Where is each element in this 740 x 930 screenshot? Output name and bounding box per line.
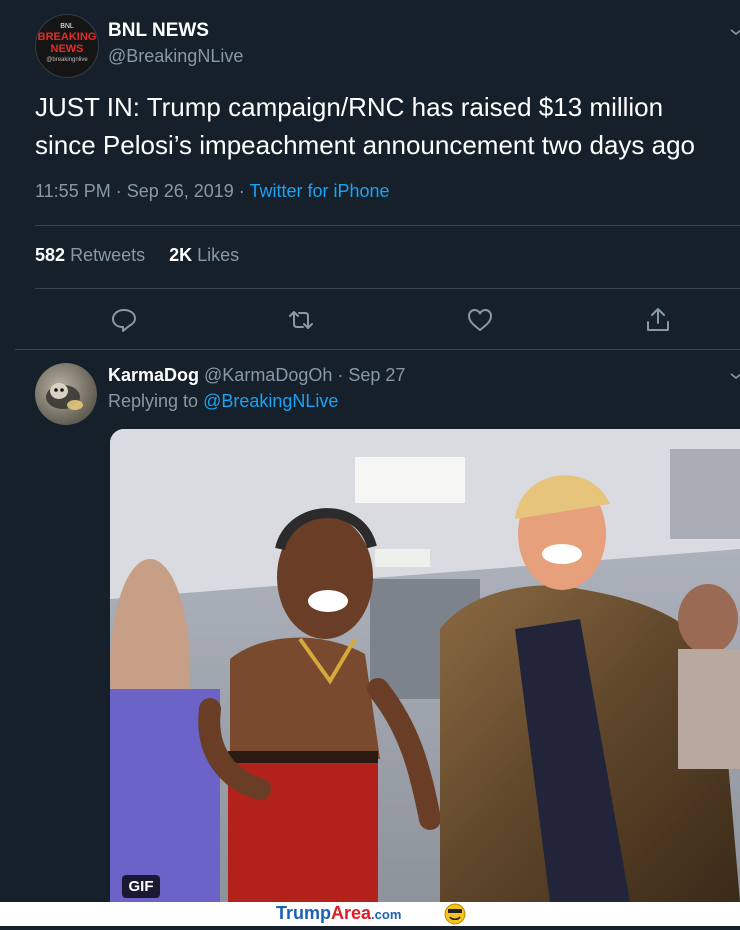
brand-part-2: Area xyxy=(331,903,372,923)
chevron-down-icon[interactable] xyxy=(730,370,740,382)
chevron-down-icon[interactable] xyxy=(730,26,740,38)
avatar-text-news: NEWS xyxy=(50,43,84,55)
retweets-label: Retweets xyxy=(70,245,146,265)
reply-author: KarmaDog @KarmaDogOh · Sep 27 xyxy=(108,365,405,386)
share-icon[interactable] xyxy=(643,305,673,335)
reply-author-name[interactable]: KarmaDog xyxy=(108,365,199,385)
tweet-text-line-1: JUST IN: Trump campaign/RNC has raised $… xyxy=(35,92,664,122)
tweet-stats: 582 Retweets 2K Likes xyxy=(35,245,239,266)
likes-stat[interactable]: 2K Likes xyxy=(169,245,239,265)
tweet-meta: 11:55 PM · Sep 26, 2019 · Twitter for iP… xyxy=(35,181,390,202)
replying-mention-link[interactable]: @BreakingNLive xyxy=(203,391,338,411)
likes-count: 2K xyxy=(169,245,193,265)
karmadog-avatar[interactable] xyxy=(35,363,97,425)
retweet-icon[interactable] xyxy=(286,305,316,335)
avatar-text-breaking: BREAKING xyxy=(37,31,97,43)
brand-part-1: Trump xyxy=(276,903,332,923)
brand-part-3: .com xyxy=(371,907,402,922)
tweet-text: JUST IN: Trump campaign/RNC has raised $… xyxy=(35,88,740,164)
reply-icon[interactable] xyxy=(109,305,139,335)
smiley-icon xyxy=(444,903,466,925)
divider xyxy=(35,225,740,226)
retweets-stat[interactable]: 582 Retweets xyxy=(35,245,145,265)
gif-badge: GIF xyxy=(122,875,160,898)
replying-to: Replying to @BreakingNLive xyxy=(108,391,338,412)
reply-handle-date[interactable]: @KarmaDogOh · Sep 27 xyxy=(199,365,405,385)
author-name[interactable]: BNL NEWS xyxy=(108,20,209,42)
trumparea-logo: TrumpArea.com xyxy=(276,903,401,924)
tweet-source-link[interactable]: Twitter for iPhone xyxy=(249,181,389,201)
avatar-text-handle: @breakingnlive xyxy=(46,57,88,63)
divider xyxy=(15,349,740,350)
replying-prefix: Replying to xyxy=(108,391,204,411)
tweet-text-line-2: since Pelosi’s impeachment announcement … xyxy=(35,130,696,160)
author-handle[interactable]: @BreakingNLive xyxy=(108,46,243,67)
likes-label: Likes xyxy=(197,245,240,265)
divider xyxy=(35,288,740,289)
bnl-news-avatar[interactable]: BNL BREAKING NEWS @breakingnlive xyxy=(35,14,99,78)
retweets-count: 582 xyxy=(35,245,66,265)
gif-media[interactable] xyxy=(110,429,740,902)
tweet-timestamp[interactable]: 11:55 PM · Sep 26, 2019 · xyxy=(35,181,249,201)
like-icon[interactable] xyxy=(465,305,495,335)
avatar-text-bnl: BNL xyxy=(60,23,74,30)
